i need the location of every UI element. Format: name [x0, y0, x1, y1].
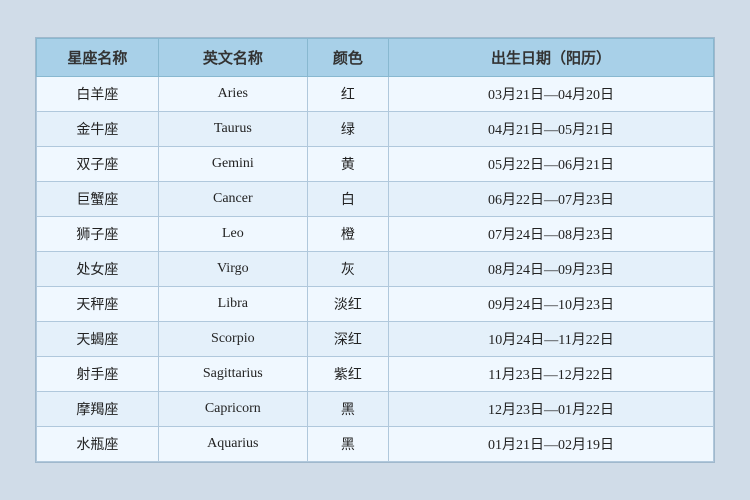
cell-color: 黑 — [307, 427, 388, 462]
cell-date: 06月22日—07月23日 — [389, 182, 714, 217]
cell-date: 03月21日—04月20日 — [389, 77, 714, 112]
cell-color: 黑 — [307, 392, 388, 427]
cell-date: 09月24日—10月23日 — [389, 287, 714, 322]
table-row: 射手座Sagittarius紫红11月23日—12月22日 — [37, 357, 714, 392]
cell-color: 黄 — [307, 147, 388, 182]
cell-zh: 白羊座 — [37, 77, 159, 112]
header-color: 颜色 — [307, 39, 388, 77]
cell-en: Cancer — [158, 182, 307, 217]
table-row: 处女座Virgo灰08月24日—09月23日 — [37, 252, 714, 287]
header-zh: 星座名称 — [37, 39, 159, 77]
cell-date: 08月24日—09月23日 — [389, 252, 714, 287]
cell-en: Capricorn — [158, 392, 307, 427]
cell-color: 红 — [307, 77, 388, 112]
table-row: 白羊座Aries红03月21日—04月20日 — [37, 77, 714, 112]
table-body: 白羊座Aries红03月21日—04月20日金牛座Taurus绿04月21日—0… — [37, 77, 714, 462]
cell-zh: 水瓶座 — [37, 427, 159, 462]
cell-zh: 金牛座 — [37, 112, 159, 147]
table-row: 双子座Gemini黄05月22日—06月21日 — [37, 147, 714, 182]
table-row: 水瓶座Aquarius黑01月21日—02月19日 — [37, 427, 714, 462]
cell-color: 淡红 — [307, 287, 388, 322]
cell-date: 01月21日—02月19日 — [389, 427, 714, 462]
cell-zh: 天蝎座 — [37, 322, 159, 357]
cell-en: Sagittarius — [158, 357, 307, 392]
zodiac-table-container: 星座名称 英文名称 颜色 出生日期（阳历） 白羊座Aries红03月21日—04… — [35, 37, 715, 463]
cell-zh: 天秤座 — [37, 287, 159, 322]
cell-color: 绿 — [307, 112, 388, 147]
table-header-row: 星座名称 英文名称 颜色 出生日期（阳历） — [37, 39, 714, 77]
cell-date: 07月24日—08月23日 — [389, 217, 714, 252]
cell-en: Libra — [158, 287, 307, 322]
header-date: 出生日期（阳历） — [389, 39, 714, 77]
cell-en: Gemini — [158, 147, 307, 182]
table-row: 天蝎座Scorpio深红10月24日—11月22日 — [37, 322, 714, 357]
cell-zh: 处女座 — [37, 252, 159, 287]
cell-en: Leo — [158, 217, 307, 252]
cell-date: 05月22日—06月21日 — [389, 147, 714, 182]
cell-color: 紫红 — [307, 357, 388, 392]
table-row: 金牛座Taurus绿04月21日—05月21日 — [37, 112, 714, 147]
table-row: 狮子座Leo橙07月24日—08月23日 — [37, 217, 714, 252]
header-en: 英文名称 — [158, 39, 307, 77]
cell-zh: 狮子座 — [37, 217, 159, 252]
cell-en: Aries — [158, 77, 307, 112]
cell-date: 12月23日—01月22日 — [389, 392, 714, 427]
cell-zh: 双子座 — [37, 147, 159, 182]
cell-date: 10月24日—11月22日 — [389, 322, 714, 357]
cell-color: 深红 — [307, 322, 388, 357]
cell-en: Virgo — [158, 252, 307, 287]
table-row: 天秤座Libra淡红09月24日—10月23日 — [37, 287, 714, 322]
cell-en: Taurus — [158, 112, 307, 147]
cell-zh: 射手座 — [37, 357, 159, 392]
cell-zh: 巨蟹座 — [37, 182, 159, 217]
table-row: 摩羯座Capricorn黑12月23日—01月22日 — [37, 392, 714, 427]
cell-date: 04月21日—05月21日 — [389, 112, 714, 147]
cell-en: Aquarius — [158, 427, 307, 462]
cell-zh: 摩羯座 — [37, 392, 159, 427]
cell-date: 11月23日—12月22日 — [389, 357, 714, 392]
zodiac-table: 星座名称 英文名称 颜色 出生日期（阳历） 白羊座Aries红03月21日—04… — [36, 38, 714, 462]
cell-en: Scorpio — [158, 322, 307, 357]
cell-color: 橙 — [307, 217, 388, 252]
table-row: 巨蟹座Cancer白06月22日—07月23日 — [37, 182, 714, 217]
cell-color: 灰 — [307, 252, 388, 287]
cell-color: 白 — [307, 182, 388, 217]
